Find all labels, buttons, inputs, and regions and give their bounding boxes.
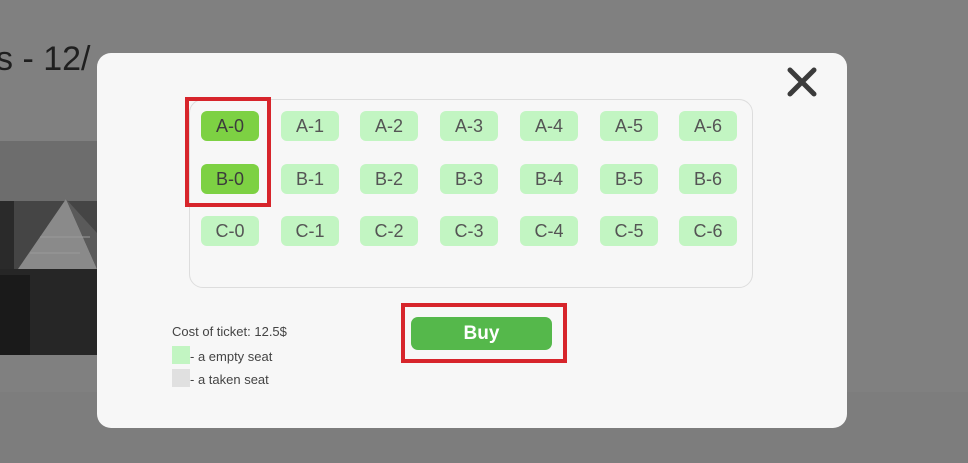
- buy-button[interactable]: Buy: [411, 317, 552, 350]
- empty-seat-swatch: [172, 346, 190, 364]
- seat-b-1[interactable]: B-1: [281, 164, 339, 194]
- seat-a-3[interactable]: A-3: [440, 111, 498, 141]
- seat-b-2[interactable]: B-2: [360, 164, 418, 194]
- seat-a-1[interactable]: A-1: [281, 111, 339, 141]
- seat-a-4[interactable]: A-4: [520, 111, 578, 141]
- page-title: s - 12/: [0, 40, 91, 78]
- event-photo: [0, 141, 97, 355]
- seat-c-1[interactable]: C-1: [281, 216, 339, 246]
- seat-c-2[interactable]: C-2: [360, 216, 418, 246]
- seat-b-5[interactable]: B-5: [600, 164, 658, 194]
- seat-b-6[interactable]: B-6: [679, 164, 737, 194]
- seat-a-6[interactable]: A-6: [679, 111, 737, 141]
- seat-b-0[interactable]: B-0: [201, 164, 259, 194]
- seat-c-0[interactable]: C-0: [201, 216, 259, 246]
- taken-seat-swatch: [172, 369, 190, 387]
- seat-c-6[interactable]: C-6: [679, 216, 737, 246]
- seat-b-4[interactable]: B-4: [520, 164, 578, 194]
- seat-c-4[interactable]: C-4: [520, 216, 578, 246]
- seat-c-3[interactable]: C-3: [440, 216, 498, 246]
- seat-c-5[interactable]: C-5: [600, 216, 658, 246]
- close-icon[interactable]: [786, 64, 818, 100]
- seat-a-5[interactable]: A-5: [600, 111, 658, 141]
- seat-a-0[interactable]: A-0: [201, 111, 259, 141]
- taken-seat-legend: - a taken seat: [190, 372, 269, 387]
- ticket-cost: Cost of ticket: 12.5$: [172, 324, 287, 339]
- empty-seat-legend: - a empty seat: [190, 349, 273, 364]
- seat-a-2[interactable]: A-2: [360, 111, 418, 141]
- seat-b-3[interactable]: B-3: [440, 164, 498, 194]
